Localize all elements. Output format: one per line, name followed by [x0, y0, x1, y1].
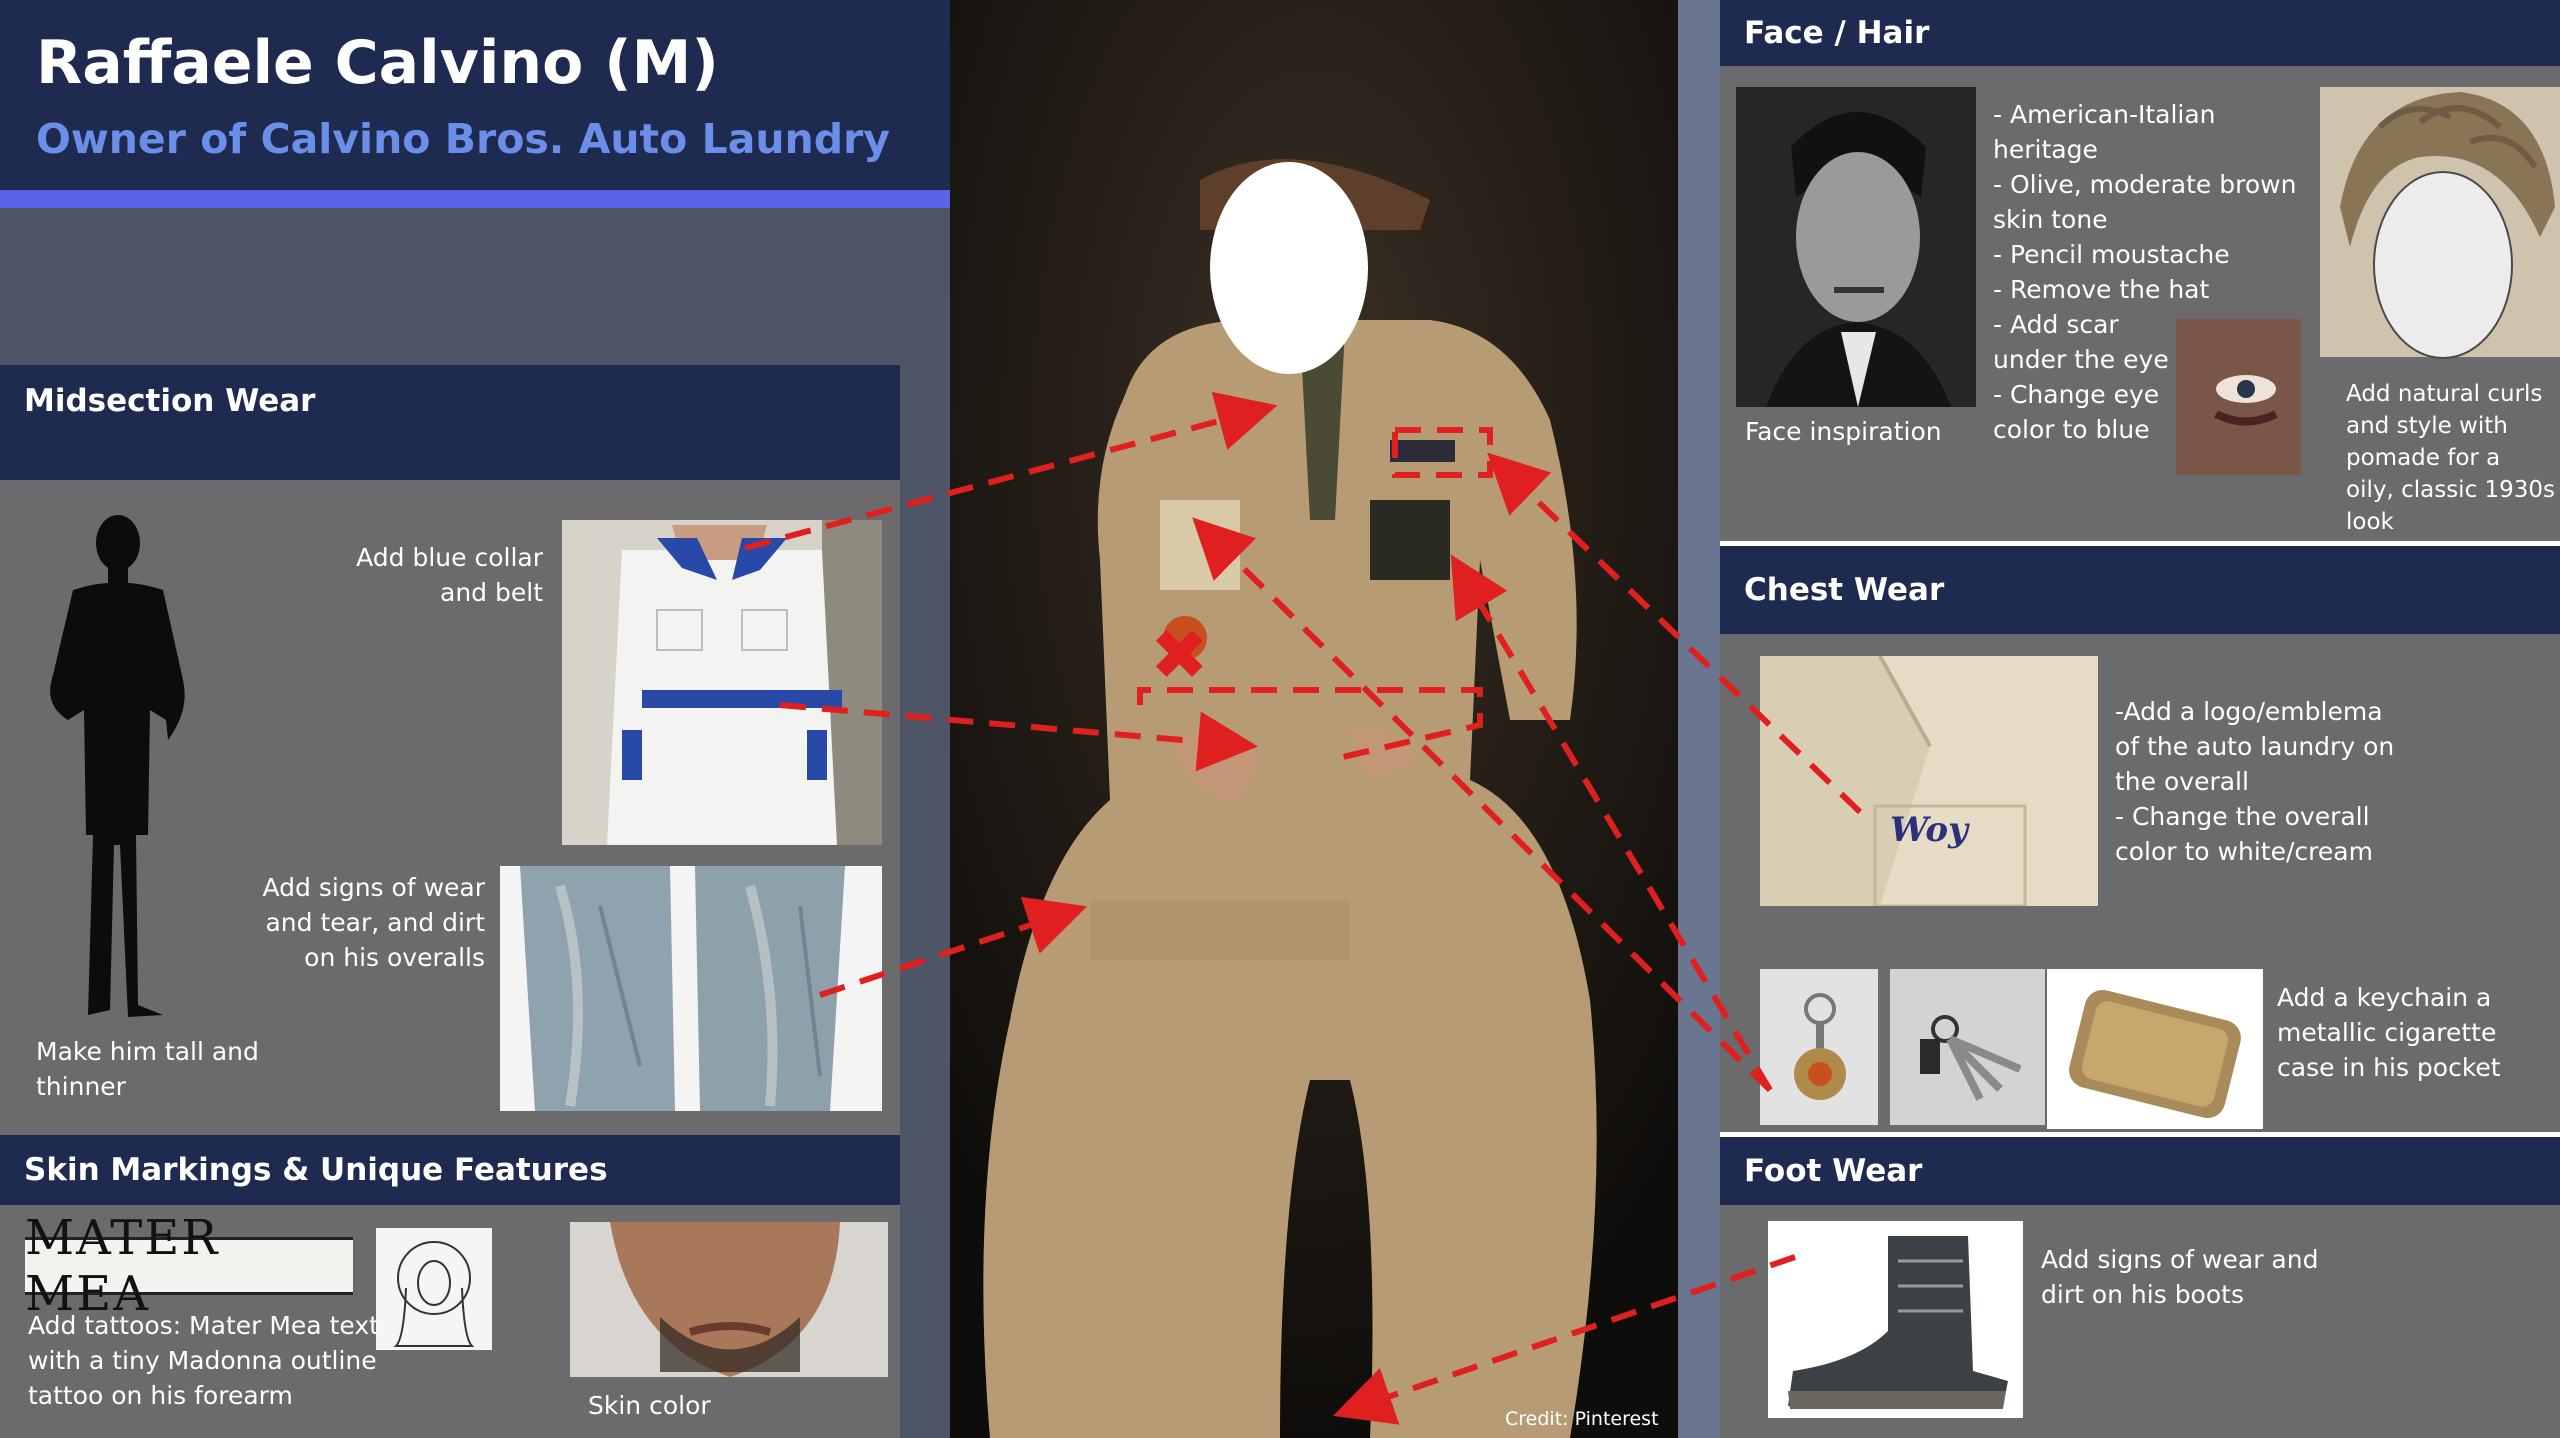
- keychain-photo: [1760, 969, 1878, 1125]
- chest-heading: Chest Wear: [1720, 546, 2560, 634]
- emblem-text: Woy: [1890, 810, 1970, 850]
- emblem-shirt-photo: Woy: [1760, 656, 2098, 906]
- eye-scar-photo: [2176, 319, 2301, 475]
- hair-face-mask-oval: [2373, 171, 2513, 359]
- mater-mea-tattoo: MATER MEA: [25, 1210, 353, 1322]
- worn-jeans-photo: [500, 866, 882, 1111]
- midsection-heading: Midsection Wear: [0, 365, 900, 480]
- face-mask-oval: [1210, 162, 1368, 374]
- madonna-outline-image: [376, 1228, 492, 1350]
- tall-note: Make him tall and thinner: [36, 1037, 259, 1101]
- keychain-note: Add a keychain a metallic cigarette case…: [2277, 983, 2501, 1082]
- right-gutter: [1678, 0, 1720, 1438]
- chest-notes: -Add a logo/emblema of the auto laundry …: [2115, 697, 2395, 866]
- face-inspiration-photo: [1736, 87, 1976, 407]
- keys-photo: [1890, 969, 2045, 1125]
- foot-notes: Add signs of wear and dirt on his boots: [2041, 1245, 2319, 1309]
- wear-note: Add signs of wear and tear, and dirt on …: [262, 873, 485, 972]
- skin-heading: Skin Markings & Unique Features: [0, 1135, 900, 1205]
- cigarette-case-photo: [2047, 969, 2263, 1129]
- photo-credit: Credit: Pinterest: [1505, 1408, 1659, 1430]
- foot-heading: Foot Wear: [1720, 1137, 2560, 1205]
- white-coverall-photo: [562, 520, 882, 845]
- remove-x-mark: ✖: [1150, 614, 1209, 696]
- face-inspiration-label: Face inspiration: [1745, 417, 1942, 446]
- page-title: Raffaele Calvino (M): [36, 28, 719, 98]
- silhouette-image: [50, 515, 185, 1017]
- collar-note: Add blue collar and belt: [356, 543, 543, 607]
- page-subtitle: Owner of Calvino Bros. Auto Laundry: [36, 115, 891, 163]
- worn-boot-photo: [1768, 1221, 2023, 1418]
- skin-color-label: Skin color: [588, 1391, 711, 1420]
- tattoo-note: Add tattoos: Mater Mea text with a tiny …: [28, 1311, 379, 1410]
- hair-note: Add natural curls and style with pomade …: [2346, 381, 2556, 535]
- skin-color-photo: [570, 1222, 888, 1377]
- face-heading: Face / Hair: [1720, 0, 2560, 66]
